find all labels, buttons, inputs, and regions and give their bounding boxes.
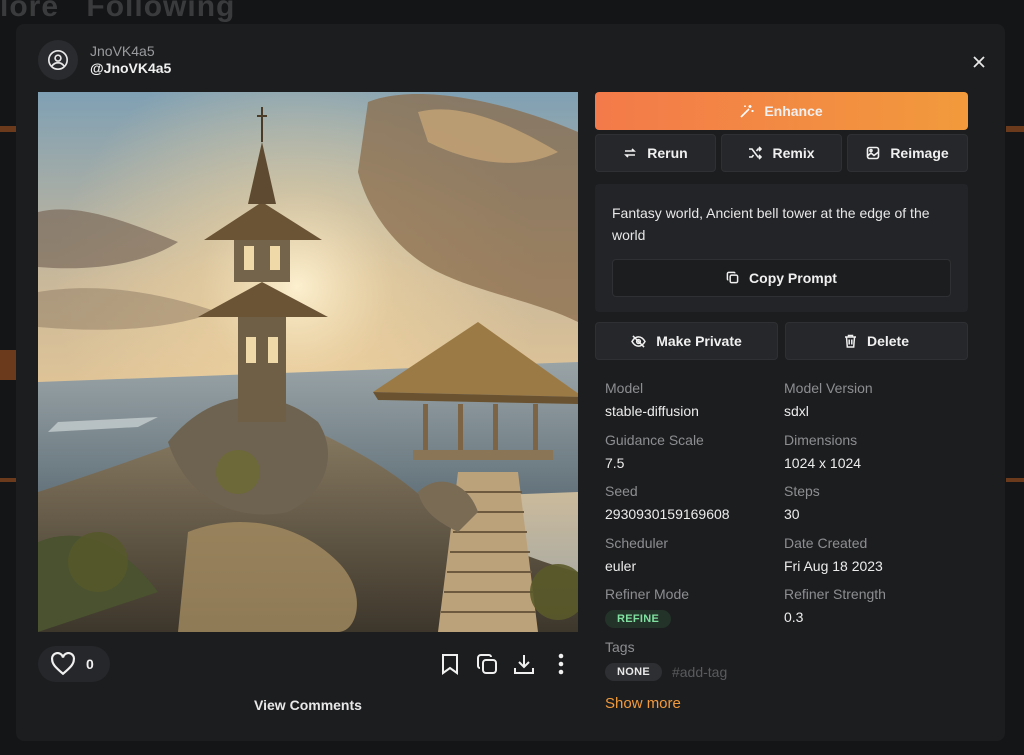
background-accent	[1006, 478, 1024, 482]
add-tag-input[interactable]: #add-tag	[672, 664, 727, 680]
show-more-link[interactable]: Show more	[605, 695, 975, 712]
make-private-label: Make Private	[656, 333, 742, 349]
refiner-mode-badge: REFINE	[605, 610, 672, 628]
metadata-label: Refiner Mode	[605, 586, 690, 602]
reimage-button[interactable]: Reimage	[847, 134, 968, 172]
more-options-button[interactable]	[549, 652, 573, 676]
metadata-grid: Model stable-diffusion Model Version sdx…	[605, 379, 975, 637]
metadata-item: Dimensions 1024 x 1024	[784, 431, 963, 483]
username[interactable]: JnoVK4a5	[90, 43, 171, 61]
background-tabs: lore Following	[0, 0, 253, 24]
primary-actions: Rerun Remix Reimage	[595, 134, 968, 172]
user-handle[interactable]: @JnoVK4a5	[90, 60, 171, 78]
metadata-label: Model	[605, 380, 644, 396]
metadata-value: 30	[784, 506, 800, 522]
more-vertical-icon	[558, 653, 564, 675]
delete-button[interactable]: Delete	[785, 322, 968, 360]
image-actions	[438, 652, 586, 676]
shuffle-icon	[749, 146, 763, 160]
prompt-text: Fantasy world, Ancient bell tower at the…	[612, 205, 930, 244]
user-header: JnoVK4a5 @JnoVK4a5	[38, 40, 171, 80]
background-accent	[1006, 126, 1024, 132]
view-comments-button[interactable]: View Comments	[38, 697, 578, 713]
metadata-label: Refiner Strength	[784, 586, 886, 602]
tags-row: NONE #add-tag	[605, 662, 975, 681]
copy-icon	[726, 271, 739, 284]
metadata-label: Model Version	[784, 380, 873, 396]
remix-button[interactable]: Remix	[721, 134, 842, 172]
metadata-item: Refiner Mode REFINE	[605, 585, 784, 637]
metadata-label: Seed	[605, 483, 638, 499]
bookmark-icon	[442, 654, 458, 675]
reimage-label: Reimage	[890, 145, 949, 161]
metadata-label: Date Created	[784, 534, 868, 551]
metadata-value: stable-diffusion	[605, 403, 699, 419]
magic-wand-icon	[740, 105, 754, 118]
metadata-label: Dimensions	[784, 431, 858, 448]
close-icon	[973, 56, 985, 68]
copy-icon	[477, 654, 497, 674]
metadata-item: Refiner Strength 0.3	[784, 585, 963, 637]
heart-icon	[51, 652, 75, 676]
metadata-value: euler	[605, 557, 637, 574]
metadata-value: 1024 x 1024	[784, 454, 862, 471]
tag-badge[interactable]: NONE	[605, 662, 662, 681]
copy-image-button[interactable]	[475, 652, 499, 676]
image-detail-modal: JnoVK4a5 @JnoVK4a5 0 View Comments Enhan…	[16, 24, 1005, 741]
metadata-value: 2930930159169608	[605, 506, 730, 522]
make-private-button[interactable]: Make Private	[595, 322, 778, 360]
copy-prompt-label: Copy Prompt	[749, 269, 837, 286]
secondary-actions: Make Private Delete	[595, 322, 968, 360]
metadata-item: Model stable-diffusion	[605, 379, 784, 431]
download-icon	[514, 655, 534, 674]
prompt-box: Fantasy world, Ancient bell tower at the…	[595, 184, 968, 312]
close-button[interactable]	[967, 50, 991, 74]
user-icon	[48, 50, 68, 70]
like-button[interactable]: 0	[38, 646, 110, 682]
refresh-icon	[624, 148, 637, 158]
copy-prompt-button[interactable]: Copy Prompt	[612, 258, 951, 297]
action-panel: Enhance Rerun Remix Reimage Fantasy worl…	[595, 92, 968, 360]
user-names: JnoVK4a5 @JnoVK4a5	[90, 43, 171, 78]
bookmark-button[interactable]	[438, 652, 462, 676]
avatar[interactable]	[38, 40, 78, 80]
metadata-value: sdxl	[784, 403, 809, 419]
delete-label: Delete	[866, 333, 910, 349]
metadata-item: Scheduler euler	[605, 534, 784, 586]
remix-label: Remix	[772, 145, 815, 161]
background-tab: lore	[0, 0, 60, 23]
trash-icon	[844, 334, 856, 348]
metadata-value: 0.3	[784, 609, 804, 625]
rerun-button[interactable]: Rerun	[595, 134, 716, 172]
eye-off-icon	[631, 334, 647, 348]
generated-image[interactable]	[38, 92, 578, 632]
metadata-value: Fri Aug 18 2023	[784, 557, 883, 574]
metadata-item: Steps 30	[784, 482, 963, 534]
metadata-value: 7.5	[605, 454, 625, 471]
image-metadata: Model stable-diffusion Model Version sdx…	[605, 379, 975, 712]
like-count: 0	[86, 656, 94, 672]
image-icon	[867, 146, 880, 160]
metadata-label: Steps	[784, 483, 820, 499]
metadata-item: Seed 2930930159169608	[605, 482, 784, 534]
background-tab: Following	[86, 0, 236, 23]
rerun-label: Rerun	[647, 145, 688, 161]
metadata-item: Date Created Fri Aug 18 2023	[784, 534, 963, 586]
metadata-label: Guidance Scale	[605, 431, 704, 448]
download-button[interactable]	[512, 652, 536, 676]
metadata-label: Scheduler	[605, 534, 669, 551]
tags-label: Tags	[605, 638, 635, 655]
enhance-label: Enhance	[764, 103, 823, 119]
enhance-button[interactable]: Enhance	[595, 92, 968, 130]
metadata-item: Guidance Scale 7.5	[605, 431, 784, 483]
metadata-item: Model Version sdxl	[784, 379, 963, 431]
